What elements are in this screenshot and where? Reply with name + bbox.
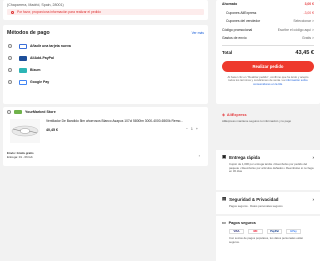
- warning-text: Por favor, proporciona información para …: [17, 10, 101, 14]
- product-price: 40,45 €: [46, 128, 58, 132]
- aliexpress-logo: AliExpress: [226, 112, 247, 117]
- quantity-stepper[interactable]: − 1 +: [186, 127, 198, 131]
- radio-button[interactable]: [8, 56, 12, 60]
- googlepay-logo: GPay: [286, 229, 301, 234]
- qty-plus-button[interactable]: +: [196, 127, 198, 131]
- qty-minus-button[interactable]: −: [186, 127, 188, 131]
- security-title: Seguridad & Privacidad: [229, 196, 279, 202]
- promo-code-input[interactable]: Escribe el código aquí >: [278, 28, 314, 32]
- address-card[interactable]: (Chaparrera, Madrid, Spain, 28001) Por f…: [3, 0, 208, 20]
- paypal-icon: [19, 55, 27, 61]
- delivery-text: Cupón de 1,00€ por entrega tardía • Reem…: [229, 162, 314, 174]
- warning-icon: [11, 10, 14, 14]
- truck-icon: ▣: [222, 154, 227, 159]
- radio-button[interactable]: [8, 44, 12, 48]
- card-icon: ▭: [222, 221, 226, 225]
- product-title[interactable]: Ventilador De Bandido 5lm ahorrosos Blan…: [46, 119, 183, 123]
- total-row: Total 43,45 €: [222, 48, 314, 58]
- chevron-right-icon[interactable]: ›: [313, 155, 314, 160]
- secure-pay-text: Con socios de pagos populares, tus datos…: [229, 236, 304, 244]
- place-order-button[interactable]: Realizar pedido: [222, 60, 314, 72]
- payment-method-paypal[interactable]: AliAdd-PayPal: [7, 52, 204, 64]
- payment-method-label: AliAdd-PayPal: [30, 56, 54, 60]
- payment-method-label: Bizum: [30, 68, 41, 72]
- store-card: YourMarked Store Ventilador De Bandido 5…: [3, 107, 208, 166]
- store-name[interactable]: YourMarked Store: [25, 110, 56, 114]
- chevron-right-icon[interactable]: ›: [313, 197, 314, 202]
- qty-value: 1: [190, 127, 193, 131]
- radio-button[interactable]: [8, 80, 12, 84]
- security-card[interactable]: ▤ Seguridad & Privacidad › Pagos seguros…: [216, 192, 320, 214]
- terms-text: Al hacer clic en "Realizar pedido", conf…: [222, 75, 314, 87]
- secure-payments-card: ▭ Pagos seguros VISA MC PayPal GPay Con …: [216, 216, 320, 261]
- address-text: (Chaparrera, Madrid, Spain, 28001): [7, 3, 64, 7]
- summary-row-shipping[interactable]: Gastos de envío Gratis >: [222, 34, 314, 43]
- payment-logos: VISA MC PayPal GPay: [222, 229, 314, 234]
- total-value: 43,45 €: [295, 49, 314, 56]
- summary-label: Cupones del vendedor: [226, 19, 261, 24]
- secure-pay-title: Pagos seguros: [228, 220, 256, 225]
- summary-value: 3,00 €: [304, 2, 314, 7]
- mastercard-logo: MC: [248, 229, 263, 234]
- summary-label: Gastos de envío: [222, 36, 247, 41]
- lock-icon: ▤: [222, 196, 227, 201]
- chevron-right-icon[interactable]: ›: [199, 153, 200, 158]
- product-image[interactable]: [10, 119, 40, 143]
- card-icon: [19, 43, 27, 49]
- payment-method-new-card[interactable]: Añadir una tarjeta nueva: [7, 40, 204, 52]
- payment-title: Métodos de pago: [7, 30, 50, 36]
- security-text: Pagos seguros · Datos personales seguros: [229, 204, 283, 208]
- summary-label: Código promocional: [222, 27, 253, 32]
- shield-icon: ◈: [222, 113, 225, 117]
- aliexpress-trust: ◈ AliExpress AliExpress mantiene seguros…: [216, 112, 320, 124]
- payment-method-label: Google Pay: [30, 80, 50, 84]
- payment-method-googlepay[interactable]: Google Pay: [7, 76, 204, 88]
- delivery-title: Entrega rápida: [229, 154, 260, 160]
- delivery-line: Entrega: 01 - 06 feb: [7, 154, 33, 159]
- summary-label: Cupones AliExpress: [226, 10, 257, 15]
- visa-logo: VISA: [229, 229, 244, 234]
- order-summary: Ahorrado 3,00 € Cupones AliExpress -3,00…: [216, 0, 320, 104]
- store-icon: [14, 110, 22, 114]
- radio-button[interactable]: [8, 68, 12, 72]
- summary-value: Seleccionar >: [293, 19, 314, 24]
- store-checkbox[interactable]: [7, 110, 11, 114]
- address-warning: Por favor, proporciona información para …: [7, 9, 204, 15]
- payment-method-label: Añadir una tarjeta nueva: [30, 44, 71, 48]
- summary-row-saved: Ahorrado 3,00 €: [222, 0, 314, 9]
- trust-text: AliExpress mantiene seguros tu informaci…: [222, 119, 292, 123]
- shipping-info[interactable]: Envío: Gratis gratis Entrega: 01 - 06 fe…: [7, 151, 34, 160]
- total-label: Total: [222, 50, 233, 55]
- left-column: (Chaparrera, Madrid, Spain, 28001) Por f…: [3, 0, 208, 166]
- payment-methods-card: Métodos de pago Ver más Añadir una tarje…: [3, 25, 208, 104]
- delivery-card[interactable]: ▣ Entrega rápida › Cupón de 1,00€ por en…: [216, 150, 320, 190]
- googlepay-icon: [19, 79, 27, 85]
- summary-row-coupons[interactable]: Cupones AliExpress -3,00 €: [222, 9, 314, 18]
- summary-row-promo-code[interactable]: Código promocional Escribe el código aqu…: [222, 26, 314, 35]
- summary-row-seller-coupons[interactable]: Cupones del vendedor Seleccionar >: [222, 17, 314, 26]
- summary-value: -3,00 €: [303, 10, 314, 15]
- paypal-logo: PayPal: [267, 229, 282, 234]
- bizum-icon: [19, 67, 27, 73]
- see-more-link[interactable]: Ver más: [192, 31, 204, 35]
- payment-method-bizum[interactable]: Bizum: [7, 64, 204, 76]
- summary-value: Gratis >: [302, 36, 314, 41]
- divider: [222, 44, 314, 46]
- summary-label: Ahorrado: [222, 2, 238, 7]
